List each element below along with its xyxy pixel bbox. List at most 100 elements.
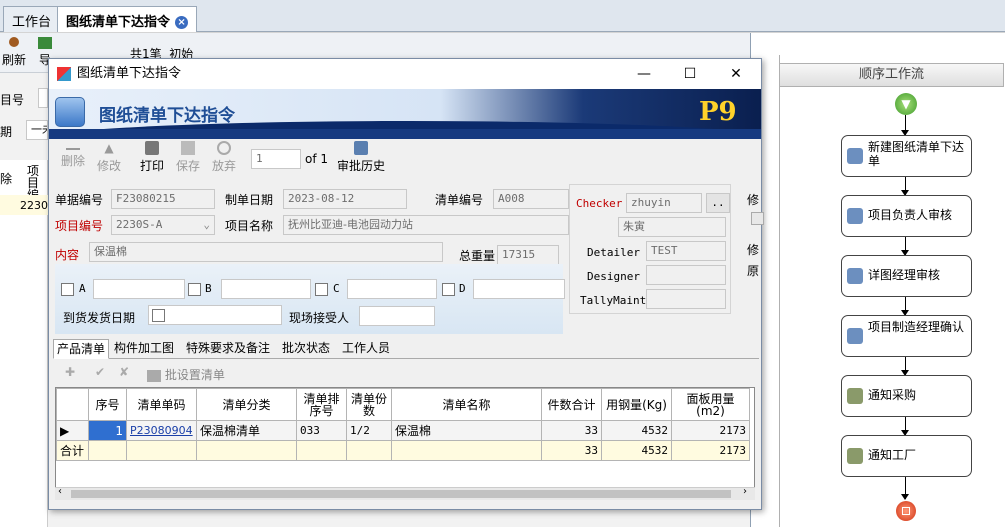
checkbox-a[interactable] <box>61 283 74 296</box>
batch-set-button[interactable]: 批设置清单 <box>147 366 225 383</box>
product-table: 序号 清单单码 清单分类 清单排序号 清单份数 清单名称 件数合计 用钢量(Kg… <box>56 388 750 461</box>
workflow-node-detail-review[interactable]: 详图经理审核 <box>841 255 972 297</box>
approval-history-button[interactable]: 审批历史 <box>337 141 385 174</box>
print-button[interactable]: 打印 <box>140 141 164 174</box>
checker-name-field[interactable]: 朱寅 <box>618 217 726 237</box>
close-icon[interactable]: × <box>175 16 189 29</box>
row-selector-icon[interactable]: ▶ <box>56 420 89 441</box>
field-a[interactable] <box>93 279 185 299</box>
scrollbar-thumb[interactable] <box>71 490 731 498</box>
date-field[interactable]: 2023-08-12 <box>283 189 407 209</box>
flow-arrow <box>901 297 909 316</box>
cell-seq[interactable]: 1 <box>88 420 127 441</box>
batch-set-label: 批设置清单 <box>164 368 225 382</box>
total-panel: 2173 <box>671 440 750 461</box>
receiver-field[interactable] <box>359 306 435 326</box>
arrival-date-checkbox[interactable] <box>152 309 165 322</box>
col-steel[interactable]: 用钢量(Kg) <box>601 388 672 421</box>
project-no-label: 项目编号 <box>55 219 104 233</box>
user-group-icon <box>847 328 863 344</box>
project-no-select[interactable]: 2230S-A ⌄ <box>111 215 215 235</box>
cropped-checkbox[interactable] <box>751 212 764 225</box>
field-b[interactable] <box>221 279 311 299</box>
col-panel[interactable]: 面板用量(m2) <box>671 388 750 421</box>
tab-drawing-order[interactable]: 图纸清单下达指令 × <box>57 6 198 32</box>
workflow-node-factory[interactable]: 通知工厂 <box>841 435 972 477</box>
cell-order[interactable]: 033 <box>296 420 347 441</box>
edit-icon: ▲ <box>104 141 114 155</box>
cell-name[interactable]: 保温棉 <box>391 420 542 441</box>
project-name-field[interactable]: 抚州比亚迪-电池园动力站 <box>283 215 569 235</box>
total-weight-field[interactable]: 17315 <box>497 245 559 265</box>
cancel-icon <box>217 141 231 155</box>
tab-batch-status[interactable]: 批次状态 <box>279 339 333 359</box>
checkbox-b[interactable] <box>188 283 201 296</box>
checkbox-d[interactable] <box>442 283 455 296</box>
col-qty[interactable]: 件数合计 <box>541 388 602 421</box>
field-c[interactable] <box>347 279 437 299</box>
tab-special-remarks[interactable]: 特殊要求及备注 <box>183 339 273 359</box>
abandon-button[interactable]: 放弃 <box>212 141 236 174</box>
cell-panel[interactable]: 2173 <box>671 420 750 441</box>
workflow-node-create[interactable]: 新建图纸清单下达单 <box>841 135 972 177</box>
arrival-date-label: 到货发货日期 <box>63 311 136 325</box>
add-row-icon[interactable]: ✚ <box>65 365 75 379</box>
tab-product-list[interactable]: 产品清单 <box>53 339 110 359</box>
cell-copies[interactable]: 1/2 <box>346 420 392 441</box>
bg-row-value: 2230 <box>20 199 48 212</box>
checkbox-c[interactable] <box>315 283 328 296</box>
doc-no-field[interactable]: F23080215 <box>111 189 215 209</box>
arrival-date-field[interactable] <box>148 305 282 325</box>
col-code[interactable]: 清单单码 <box>126 388 197 421</box>
col-seq[interactable]: 序号 <box>88 388 127 421</box>
scroll-left-icon[interactable]: ‹ <box>58 486 62 497</box>
bg-date-input[interactable]: 一未 <box>26 120 48 140</box>
designer-field[interactable] <box>646 265 726 285</box>
horizontal-scrollbar[interactable]: ‹ › <box>55 486 755 500</box>
workflow-node-pm-review[interactable]: 项目负责人审核 <box>841 195 972 237</box>
node-label: 项目制造经理确认 <box>868 320 965 334</box>
tallymaint-field[interactable] <box>646 289 726 309</box>
cell-qty[interactable]: 33 <box>541 420 602 441</box>
minimize-button[interactable]: — <box>621 59 667 89</box>
col-name[interactable]: 清单名称 <box>391 388 542 421</box>
app-icon <box>57 67 71 81</box>
refresh-button[interactable]: 刷新 <box>2 37 26 68</box>
scroll-right-icon[interactable]: › <box>743 486 747 497</box>
edit-button[interactable]: ▲ 修改 <box>97 141 121 174</box>
col-order[interactable]: 清单排序号 <box>296 388 347 421</box>
col-copies[interactable]: 清单份数 <box>346 388 392 421</box>
checker-picker-button[interactable]: .. <box>706 193 730 213</box>
cell-code-link[interactable]: P23080904 <box>126 420 197 441</box>
checker-field[interactable]: zhuyin <box>626 193 702 213</box>
dialog-banner: 图纸清单下达指令 P9 <box>49 89 761 139</box>
workflow-node-mfg-confirm[interactable]: 项目制造经理确认 <box>841 315 972 357</box>
banner-band <box>49 129 761 139</box>
save-button[interactable]: 保存 <box>176 141 200 174</box>
history-icon <box>354 141 368 155</box>
content-field[interactable]: 保温棉 <box>89 242 443 262</box>
table-row[interactable]: ▶ 1 P23080904 保温棉清单 033 1/2 保温棉 33 4532 … <box>56 420 750 441</box>
node-label: 新建图纸清单下达单 <box>868 140 965 168</box>
tab-staff[interactable]: 工作人员 <box>339 339 393 359</box>
bg-project-input[interactable] <box>38 88 48 108</box>
page-input[interactable]: 1 <box>251 149 301 169</box>
detail-tabs: 产品清单 构件加工图 特殊要求及备注 批次状态 工作人员 <box>53 337 759 359</box>
tab-workbench[interactable]: 工作台 <box>3 6 61 32</box>
close-button[interactable]: ✕ <box>713 59 759 89</box>
workflow-node-purchase[interactable]: 通知采购 <box>841 375 972 417</box>
tab-part-drawings[interactable]: 构件加工图 <box>111 339 177 359</box>
bg-project-label: 目号 <box>0 93 25 107</box>
remove-icon[interactable]: ✘ <box>119 365 129 379</box>
field-d[interactable] <box>473 279 565 299</box>
detailer-field[interactable]: TEST <box>646 241 726 261</box>
col-category[interactable]: 清单分类 <box>196 388 297 421</box>
delete-button[interactable]: 删除 <box>61 141 85 169</box>
cell-category[interactable]: 保温棉清单 <box>196 420 297 441</box>
maximize-button[interactable]: ☐ <box>667 59 713 89</box>
cell-steel[interactable]: 4532 <box>601 420 672 441</box>
confirm-icon[interactable]: ✔ <box>95 365 105 379</box>
total-row: 合计 33 4532 2173 <box>56 440 750 461</box>
list-no-field[interactable]: A008 <box>493 189 569 209</box>
total-cell <box>126 440 197 461</box>
